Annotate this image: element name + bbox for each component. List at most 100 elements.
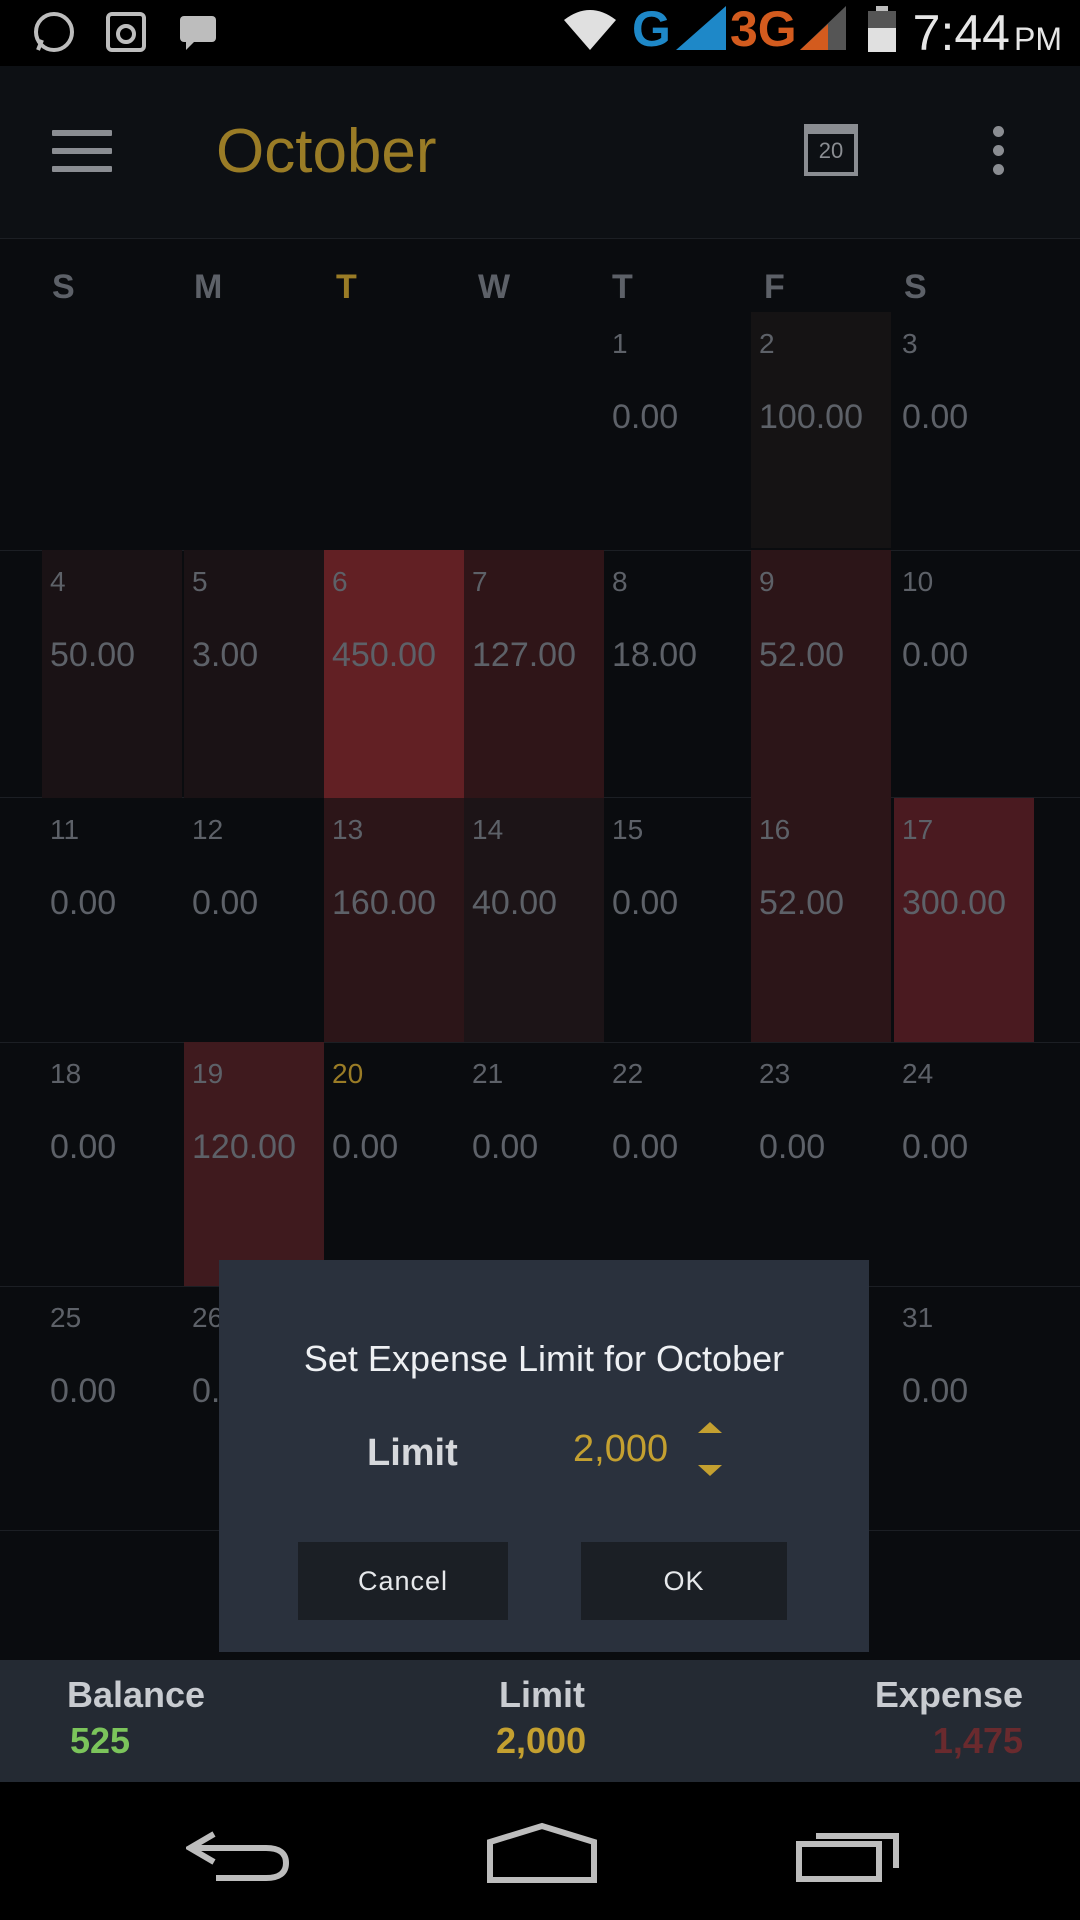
calendar-day-cell[interactable]: 16 52.00: [751, 798, 891, 1042]
calendar-day-cell[interactable]: 18 0.00: [42, 1042, 182, 1286]
clock-ampm: PM: [1014, 21, 1062, 57]
day-number: 8: [612, 566, 628, 597]
balance-value: 525: [70, 1720, 131, 1761]
day-amount: 0.00: [50, 1128, 117, 1166]
day-amount: 0.00: [332, 1128, 399, 1166]
day-amount: 127.00: [472, 636, 576, 674]
instagram-icon: [106, 12, 146, 52]
calendar-day-cell[interactable]: 12 0.00: [184, 798, 324, 1042]
day-number: 14: [472, 814, 504, 845]
expense-value: 1,475: [932, 1720, 1023, 1761]
month-title[interactable]: October: [216, 116, 437, 187]
signal-icon: [800, 6, 846, 50]
calendar-day-cell[interactable]: 8 18.00: [604, 550, 744, 798]
ok-button[interactable]: OK: [581, 1542, 787, 1620]
decrement-arrow-icon[interactable]: [698, 1465, 722, 1476]
day-number: 6: [332, 566, 348, 597]
calendar-day-cell[interactable]: 15 0.00: [604, 798, 744, 1042]
day-number: 22: [612, 1058, 644, 1089]
limit-summary-label: Limit: [499, 1674, 585, 1715]
day-number: 13: [332, 814, 364, 845]
menu-icon[interactable]: [52, 130, 112, 174]
network-g-label: G: [632, 1, 671, 57]
day-amount: 0.00: [50, 884, 117, 922]
calendar-day-cell[interactable]: 25 0.00: [42, 1286, 182, 1530]
expense-label: Expense: [874, 1674, 1023, 1715]
calendar-day-cell[interactable]: 3 0.00: [894, 312, 1034, 548]
day-number: 16: [759, 814, 791, 845]
day-amount: 0.00: [192, 884, 259, 922]
whatsapp-icon: [34, 12, 74, 52]
calendar-day-cell[interactable]: 21 0.00: [464, 1042, 604, 1286]
cancel-button[interactable]: Cancel: [298, 1542, 508, 1620]
day-amount: 40.00: [472, 884, 558, 922]
day-number: 21: [472, 1058, 504, 1089]
today-calendar-icon[interactable]: 20: [804, 124, 858, 176]
day-number: 18: [50, 1058, 82, 1089]
calendar-day-cell[interactable]: 6 450.00: [324, 550, 464, 798]
day-amount: 300.00: [902, 884, 1006, 922]
day-number: 1: [612, 328, 628, 359]
day-amount: 3.00: [192, 636, 259, 674]
home-icon[interactable]: [486, 1822, 598, 1884]
day-number: 7: [472, 566, 488, 597]
calendar-day-cell[interactable]: 11 0.00: [42, 798, 182, 1042]
day-number: 10: [902, 566, 934, 597]
weekday-label: S: [904, 268, 927, 306]
clock-time: 7:44: [912, 5, 1010, 61]
calendar-day-cell[interactable]: 1 0.00: [604, 312, 744, 548]
day-amount: 0.00: [902, 398, 969, 436]
limit-value-input[interactable]: 2,000: [573, 1428, 668, 1471]
calendar-day-cell[interactable]: 13 160.00: [324, 798, 464, 1042]
calendar-day-cell[interactable]: 2 100.00: [751, 312, 891, 548]
calendar-day-cell[interactable]: 31 0.00: [894, 1286, 1034, 1530]
limit-label: Limit: [367, 1432, 458, 1474]
day-amount: 0.00: [902, 1128, 969, 1166]
day-amount: 120.00: [192, 1128, 296, 1166]
day-number: 31: [902, 1302, 934, 1333]
day-amount: 52.00: [759, 884, 845, 922]
calendar-day-cell[interactable]: 22 0.00: [604, 1042, 744, 1286]
more-options-icon[interactable]: [990, 126, 1006, 178]
day-number: 20: [332, 1058, 364, 1089]
status-bar: G 3G 7:44 PM: [0, 0, 1080, 66]
calendar-day-cell[interactable]: 4 50.00: [42, 550, 182, 798]
calendar-day-cell[interactable]: 20 0.00: [324, 1042, 464, 1286]
weekday-label: T: [612, 268, 633, 306]
back-icon[interactable]: [186, 1826, 292, 1882]
weekday-label: T: [336, 268, 357, 306]
calendar-day-cell[interactable]: 24 0.00: [894, 1042, 1034, 1286]
day-amount: 50.00: [50, 636, 136, 674]
day-amount: 0.00: [759, 1128, 826, 1166]
day-amount: 450.00: [332, 636, 436, 674]
day-number: 5: [192, 566, 208, 597]
day-number: 11: [50, 814, 80, 845]
day-amount: 18.00: [612, 636, 698, 674]
calendar-day-cell[interactable]: 23 0.00: [751, 1042, 891, 1286]
signal-icon: [676, 6, 726, 50]
clock: 7:44 PM: [913, 4, 1062, 62]
day-amount: 0.00: [612, 1128, 679, 1166]
summary-bar: Balance 525 Limit 2,000 Expense 1,475: [0, 1660, 1080, 1782]
wifi-icon: [564, 10, 616, 50]
day-amount: 0.00: [612, 398, 679, 436]
calendar-day-cell[interactable]: 17 300.00: [894, 798, 1034, 1042]
dialog-title: Set Expense Limit for October: [303, 1338, 785, 1379]
weekday-label: F: [764, 268, 785, 306]
recent-apps-icon[interactable]: [796, 1824, 902, 1882]
calendar-day-cell[interactable]: 19 120.00: [184, 1042, 324, 1286]
calendar-day-cell[interactable]: 14 40.00: [464, 798, 604, 1042]
calendar-day-cell[interactable]: 9 52.00: [751, 550, 891, 798]
day-number: 17: [902, 814, 934, 845]
increment-arrow-icon[interactable]: [698, 1422, 722, 1433]
day-number: 24: [902, 1058, 934, 1089]
day-number: 15: [612, 814, 644, 845]
day-number: 19: [192, 1058, 224, 1089]
balance-label: Balance: [67, 1674, 206, 1715]
calendar-day-cell[interactable]: 10 0.00: [894, 550, 1034, 798]
calendar-day-cell[interactable]: 7 127.00: [464, 550, 604, 798]
calendar-day-cell[interactable]: 5 3.00: [184, 550, 324, 798]
day-amount: 0.00: [50, 1372, 117, 1410]
day-amount: 0.00: [472, 1128, 539, 1166]
expense-limit-dialog: Set Expense Limit for October Limit 2,00…: [219, 1260, 869, 1652]
